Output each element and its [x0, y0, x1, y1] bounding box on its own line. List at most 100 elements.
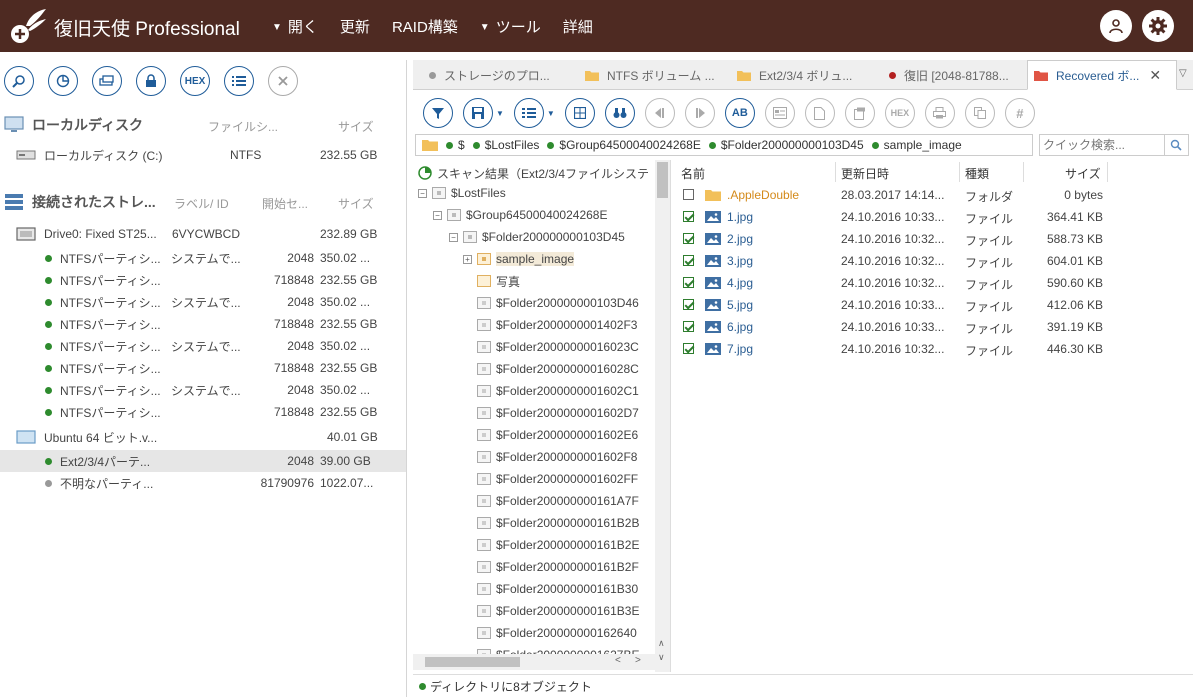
close-storage-button[interactable] [268, 66, 298, 96]
tab-4[interactable]: Recovered ボ... ✕ [1027, 60, 1177, 90]
previous-button[interactable] [644, 98, 675, 128]
ubuntu-partition-row[interactable]: Ext2/3/4パーテ... 2048 39.00 GB [0, 450, 406, 472]
file-row[interactable]: .AppleDouble 28.03.2017 14:14... フォルダ 0 byt… [675, 184, 1193, 206]
menu-item-4[interactable]: 詳細 [563, 16, 593, 37]
expand-icon[interactable]: + [463, 254, 472, 264]
save-button[interactable] [463, 98, 493, 128]
tree-node-folder[interactable]: $Folder200000000161A7F [463, 490, 639, 512]
tree-node-folder[interactable]: $Folder200000000161B30 [463, 578, 638, 600]
partition-row[interactable]: NTFSパーティシ... 718848 232.55 GB [0, 401, 406, 423]
partition-row[interactable]: NTFSパーティシ... 718848 232.55 GB [0, 269, 406, 291]
scroll-up-icon[interactable]: ∧ [658, 638, 665, 649]
tree-node-folder[interactable]: $Folder200000000161B2F [463, 556, 639, 578]
scroll-thumb[interactable] [657, 162, 668, 198]
tab-overflow-icon[interactable]: ▽ [1179, 68, 1187, 79]
ubuntu-row[interactable]: Ubuntu 64 ビット.v... 40.01 GB [0, 426, 406, 448]
tree-node-folder-open[interactable]: − $Folder200000000103D45 [449, 226, 625, 248]
tree-vertical-scrollbar[interactable]: ∧ ∨ [655, 160, 670, 672]
tree-node-folder[interactable]: $Folder2000000001602F8 [463, 446, 637, 468]
export-button[interactable] [844, 98, 875, 128]
scroll-left-icon[interactable]: < [615, 655, 621, 666]
tree-root[interactable]: スキャン結果（Ext2/3/4ファイルシステ [418, 162, 649, 184]
settings-button[interactable] [1142, 10, 1174, 42]
col-date[interactable]: 更新日時 [841, 165, 889, 182]
create-image-button[interactable] [92, 66, 122, 96]
view-grid-button[interactable] [564, 98, 595, 128]
breadcrumb-item[interactable]: $Folder200000000103D45 [708, 138, 864, 152]
file-row[interactable]: 3.jpg 24.10.2016 10:32... ファイル 604.01 KB [675, 250, 1193, 272]
file-checkbox[interactable] [683, 211, 694, 222]
print-button[interactable] [924, 98, 955, 128]
file-row[interactable]: 7.jpg 24.10.2016 10:32... ファイル 446.30 KB [675, 338, 1193, 360]
scan-button[interactable] [4, 66, 34, 96]
collapse-icon[interactable]: − [418, 188, 427, 198]
account-button[interactable] [1100, 10, 1132, 42]
tree-node-folder[interactable]: $Folder2000000001402F3 [463, 314, 637, 336]
breadcrumb-item[interactable]: sample_image [871, 138, 962, 152]
tree-node-folder[interactable]: $Folder2000000001602FF [463, 468, 638, 490]
tab-2[interactable]: Ext2/3/4 ボリュ... [731, 60, 877, 90]
menu-item-2[interactable]: RAID構築 [392, 16, 458, 37]
select-list-button[interactable] [513, 98, 544, 128]
text-search-button[interactable]: AB [724, 98, 755, 128]
tree-horizontal-scrollbar[interactable]: < > [413, 654, 655, 670]
breadcrumb-item[interactable]: $ [446, 138, 465, 152]
partition-row[interactable]: NTFSパーティシ... システムで... 2048 350.02 ... [0, 335, 406, 357]
tree-node-sample-image[interactable]: + sample_image [463, 248, 575, 270]
partition-row[interactable]: NTFSパーティシ... 718848 232.55 GB [0, 357, 406, 379]
ubuntu-partition-row[interactable]: 不明なパーティ... 81790976 1022.07... [0, 472, 406, 494]
tree-node-photo[interactable]: 写真 [463, 270, 520, 292]
tree-node-folder[interactable]: $Folder200000000161B3E [463, 600, 639, 622]
partition-row[interactable]: NTFSパーティシ... システムで... 2048 350.02 ... [0, 379, 406, 401]
filter-button[interactable] [423, 98, 453, 128]
tree-node-group[interactable]: − $Group64500040024268E [433, 204, 607, 226]
hex-button[interactable]: HEX [180, 66, 210, 96]
col-type[interactable]: 種類 [965, 165, 989, 182]
tree-node-folder[interactable]: $Folder20000000016028C [463, 358, 639, 380]
menu-item-1[interactable]: 更新 [340, 16, 370, 37]
file-row[interactable]: 4.jpg 24.10.2016 10:32... ファイル 590.60 KB [675, 272, 1193, 294]
scroll-right-icon[interactable]: > [635, 655, 641, 666]
col-name[interactable]: 名前 [681, 165, 705, 182]
tree-node-folder[interactable]: $Folder2000000001602D7 [463, 402, 639, 424]
close-tab-icon[interactable]: ✕ [1149, 67, 1161, 84]
file-checkbox[interactable] [683, 321, 694, 332]
file-row[interactable]: 6.jpg 24.10.2016 10:33... ファイル 391.19 KB [675, 316, 1193, 338]
save-dropdown-icon[interactable]: ▼ [496, 109, 504, 118]
file-checkbox[interactable] [683, 343, 694, 354]
next-button[interactable] [684, 98, 715, 128]
list-button[interactable] [224, 66, 254, 96]
file-checkbox[interactable] [683, 255, 694, 266]
hash-button[interactable]: # [1004, 98, 1035, 128]
scroll-thumb[interactable] [425, 657, 520, 667]
file-row[interactable]: 5.jpg 24.10.2016 10:33... ファイル 412.06 KB [675, 294, 1193, 316]
file-info-button[interactable] [804, 98, 835, 128]
quick-search-input[interactable] [1040, 135, 1164, 155]
partition-row[interactable]: NTFSパーティシ... システムで... 2048 350.02 ... [0, 291, 406, 313]
local-disk-row[interactable]: ローカルディスク (C:) NTFS 232.55 GB [0, 144, 406, 166]
tab-1[interactable]: NTFS ボリューム ... [579, 60, 725, 90]
menu-item-0[interactable]: ▼ 開く [272, 16, 318, 37]
tree-node-folder[interactable]: $Folder200000000162640 [463, 622, 637, 644]
tree-node-folder[interactable]: $Folder200000000103D46 [463, 292, 639, 314]
hex-view-button[interactable]: HEX [884, 98, 915, 128]
drive0-row[interactable]: Drive0: Fixed ST25... 6VYCWBCD 232.89 GB [0, 223, 406, 245]
scroll-down-icon[interactable]: ∨ [658, 652, 665, 663]
find-button[interactable] [604, 98, 635, 128]
copy-button[interactable] [964, 98, 995, 128]
tree-node-folder[interactable]: $Folder200000000161B2E [463, 534, 639, 556]
file-checkbox[interactable] [683, 233, 694, 244]
collapse-icon[interactable]: − [433, 210, 442, 220]
partition-scan-button[interactable] [48, 66, 78, 96]
partition-row[interactable]: NTFSパーティシ... システムで... 2048 350.02 ... [0, 247, 406, 269]
breadcrumb-item[interactable]: $Group64500040024268E [547, 138, 701, 152]
lock-button[interactable] [136, 66, 166, 96]
select-dropdown-icon[interactable]: ▼ [547, 109, 555, 118]
partition-row[interactable]: NTFSパーティシ... 718848 232.55 GB [0, 313, 406, 335]
tab-3[interactable]: 復旧 [2048-81788... [883, 60, 1021, 90]
tree-node-folder[interactable]: $Folder200000000161B2B [463, 512, 639, 534]
file-row[interactable]: 2.jpg 24.10.2016 10:32... ファイル 588.73 KB [675, 228, 1193, 250]
tree-node-lostfiles[interactable]: − $LostFiles [418, 182, 506, 204]
collapse-icon[interactable]: − [449, 232, 458, 242]
col-size[interactable]: サイズ [1065, 165, 1101, 182]
